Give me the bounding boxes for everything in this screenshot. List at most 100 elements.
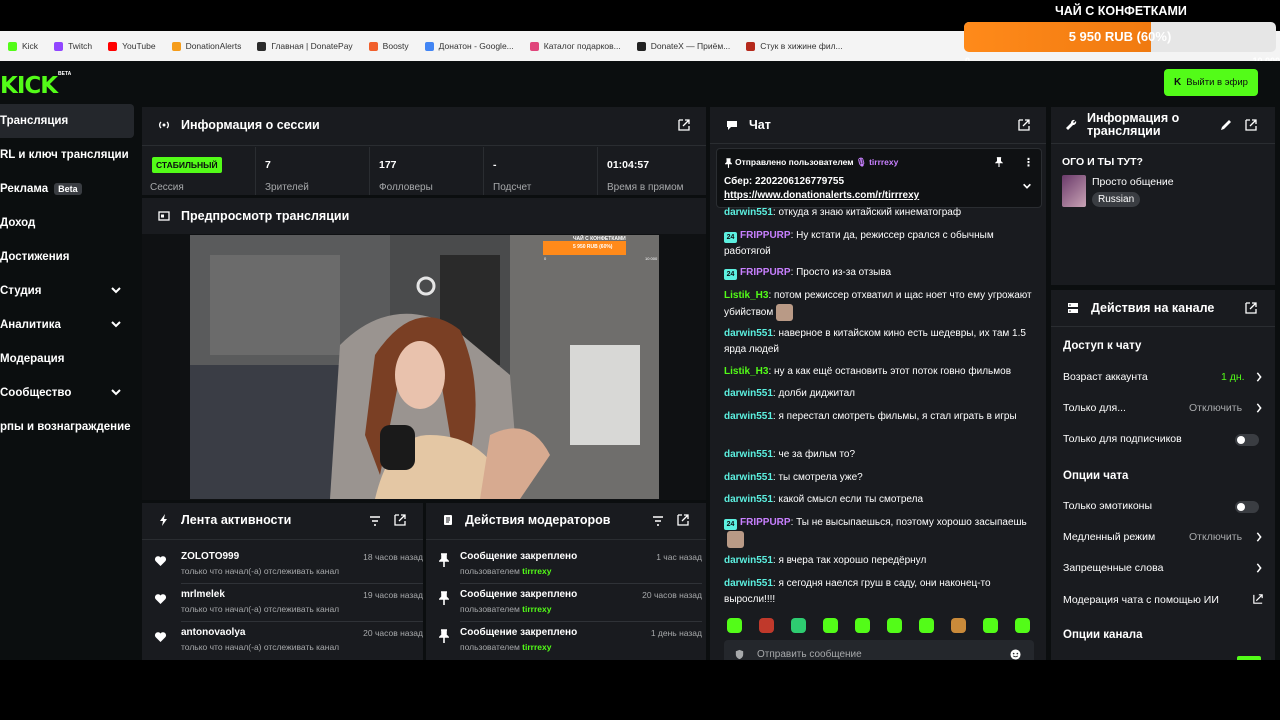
chat-username[interactable]: darwin551: [724, 411, 773, 422]
bookmark-label: Twitch: [68, 41, 93, 51]
mod-action-user[interactable]: tirrrexy: [522, 566, 551, 576]
bookmark-label: Kick: [22, 41, 39, 51]
filter-icon[interactable]: [652, 515, 664, 527]
emote-icon[interactable]: [983, 618, 998, 633]
slow-mode-value: Отключить: [1189, 531, 1243, 543]
bookmark-item[interactable]: Boosty: [361, 41, 417, 51]
emote-icon[interactable]: [855, 618, 870, 633]
sidebar-item-rewards[interactable]: рпы и вознаграждение: [0, 410, 134, 444]
chat-username[interactable]: FRIPPURP: [740, 230, 791, 241]
kick-logo[interactable]: KICK: [0, 73, 58, 99]
chat-message-text: : Просто из-за отзыва: [790, 267, 892, 278]
emote-icon[interactable]: [919, 618, 934, 633]
chat-username[interactable]: FRIPPURP: [740, 267, 791, 278]
emoji-icon[interactable]: [1010, 649, 1021, 660]
emote-icon[interactable]: [791, 618, 806, 633]
emote-icon[interactable]: [759, 618, 774, 633]
go-live-button[interactable]: K Выйти в эфир: [1164, 69, 1258, 96]
chat-username[interactable]: darwin551: [724, 472, 773, 483]
category-name[interactable]: Просто общение: [1092, 176, 1174, 188]
popout-icon[interactable]: [1245, 302, 1257, 314]
only-for-label: Только для...: [1063, 402, 1126, 414]
mic-icon: 🎙: [855, 157, 867, 167]
mod-action-user[interactable]: tirrrexy: [522, 642, 551, 652]
bookmark-item[interactable]: Донатон - Google...: [417, 41, 522, 51]
bookmark-item[interactable]: Главная | DonatePay: [249, 41, 360, 51]
feed-username[interactable]: ZOLOTO999: [181, 551, 239, 562]
popout-icon[interactable]: [677, 514, 689, 526]
logo-beta-badge: BETA: [58, 71, 72, 77]
chat-message-text: : откуда я знаю китайский кинематограф: [772, 207, 962, 218]
feed-time: 20 часов назад: [642, 590, 702, 600]
sidebar-item-community[interactable]: Сообщество: [0, 376, 134, 410]
emote-icon[interactable]: [887, 618, 902, 633]
preview-overlay-title: ЧАЙ С КОНФЕТКАМИ: [573, 236, 626, 242]
chat-username[interactable]: darwin551: [724, 578, 773, 589]
chat-username[interactable]: darwin551: [724, 555, 773, 566]
popout-icon[interactable]: [678, 119, 690, 131]
emotes-only-toggle[interactable]: [1235, 501, 1259, 513]
activity-feed-title: Лента активности: [181, 513, 292, 527]
filter-icon[interactable]: [369, 515, 381, 527]
more-options-icon[interactable]: ⋮: [1023, 156, 1034, 169]
chat-username[interactable]: darwin551: [724, 328, 773, 339]
emote-icon[interactable]: [823, 618, 838, 633]
sidebar-item-stream[interactable]: Трансляция: [0, 104, 134, 138]
chat-username[interactable]: Listik_H3: [724, 290, 768, 301]
sidebar-item-label: Достижения: [0, 251, 70, 263]
bookmark-item[interactable]: Kick: [0, 41, 46, 51]
popout-icon[interactable]: [1245, 119, 1257, 131]
chat-username[interactable]: darwin551: [724, 388, 773, 399]
popout-icon[interactable]: [1018, 119, 1030, 131]
status-badge: СТАБИЛЬНЫЙ: [152, 157, 222, 173]
chat-username[interactable]: Listik_H3: [724, 366, 768, 377]
bookmark-item[interactable]: Каталог подарков...: [522, 41, 629, 51]
chevron-down-icon[interactable]: [1022, 181, 1032, 191]
sidebar-item-ads[interactable]: Реклама Beta: [0, 172, 134, 206]
bookmark-item[interactable]: Twitch: [46, 41, 100, 51]
sidebar-item-income[interactable]: Доход: [0, 206, 134, 240]
sidebar-item-label: Реклама: [0, 183, 49, 195]
emote-icon[interactable]: [1015, 618, 1030, 633]
mod-action-user[interactable]: tirrrexy: [522, 604, 551, 614]
emote-icon[interactable]: [951, 618, 966, 633]
pin-icon: [725, 158, 732, 168]
divider: [142, 145, 706, 146]
bookmark-favicon-icon: [636, 41, 646, 51]
channel-actions-title: Действия на канале: [1091, 301, 1215, 315]
bookmark-item[interactable]: YouTube: [100, 41, 163, 51]
emote-icon[interactable]: [727, 618, 742, 633]
bookmark-item[interactable]: Стук в хижине фил...: [738, 41, 850, 51]
bookmark-favicon-icon: [746, 41, 756, 51]
mod-action-name: Сообщение закреплено: [460, 551, 578, 562]
sidebar-item-studio[interactable]: Студия: [0, 274, 134, 308]
bookmark-item[interactable]: DonationAlerts: [164, 41, 250, 51]
chat-message: darwin551: какой смысл если ты смотрела: [724, 492, 1034, 508]
chat-message-text: : я перестал смотреть фильмы, я стал игр…: [772, 411, 1017, 422]
subs-only-toggle[interactable]: [1235, 434, 1259, 446]
chat-username[interactable]: darwin551: [724, 494, 773, 505]
sidebar-item-achievements[interactable]: Достижения: [0, 240, 134, 274]
beta-badge: Beta: [54, 183, 82, 195]
sidebar-item-label: Доход: [0, 217, 36, 229]
bookmark-item[interactable]: DonateX — Приём...: [629, 41, 739, 51]
feed-username[interactable]: antonovaolya: [181, 627, 245, 638]
popout-icon[interactable]: [394, 514, 406, 526]
chat-username[interactable]: darwin551: [724, 207, 773, 218]
sidebar-item-url-key[interactable]: RL и ключ трансляции: [0, 138, 134, 172]
chat-message-text: : долби диджитал: [772, 388, 855, 399]
feed-username[interactable]: mrlmelek: [181, 589, 225, 600]
sidebar-item-analytics[interactable]: Аналитика: [0, 308, 134, 342]
pinned-user[interactable]: tirrrexy: [869, 157, 898, 167]
chat-username[interactable]: darwin551: [724, 449, 773, 460]
sidebar-item-moderation[interactable]: Модерация: [0, 342, 134, 376]
feed-description: только что начал(-а) отслеживать канал: [181, 642, 340, 652]
pinned-link[interactable]: https://www.donationalerts.com/r/tirrrex…: [724, 190, 919, 201]
pencil-icon[interactable]: [1220, 119, 1232, 131]
chat-username[interactable]: FRIPPURP: [740, 517, 791, 528]
stat-viewers-value: 7: [265, 159, 271, 171]
subs-only-label: Только для подписчиков: [1063, 433, 1182, 445]
category-thumbnail[interactable]: [1062, 175, 1086, 207]
stream-preview-video[interactable]: ЧАЙ С КОНФЕТКАМИ 5 950 RUB (60%) 0 10 00…: [190, 235, 659, 499]
unpin-icon[interactable]: [995, 157, 1003, 167]
